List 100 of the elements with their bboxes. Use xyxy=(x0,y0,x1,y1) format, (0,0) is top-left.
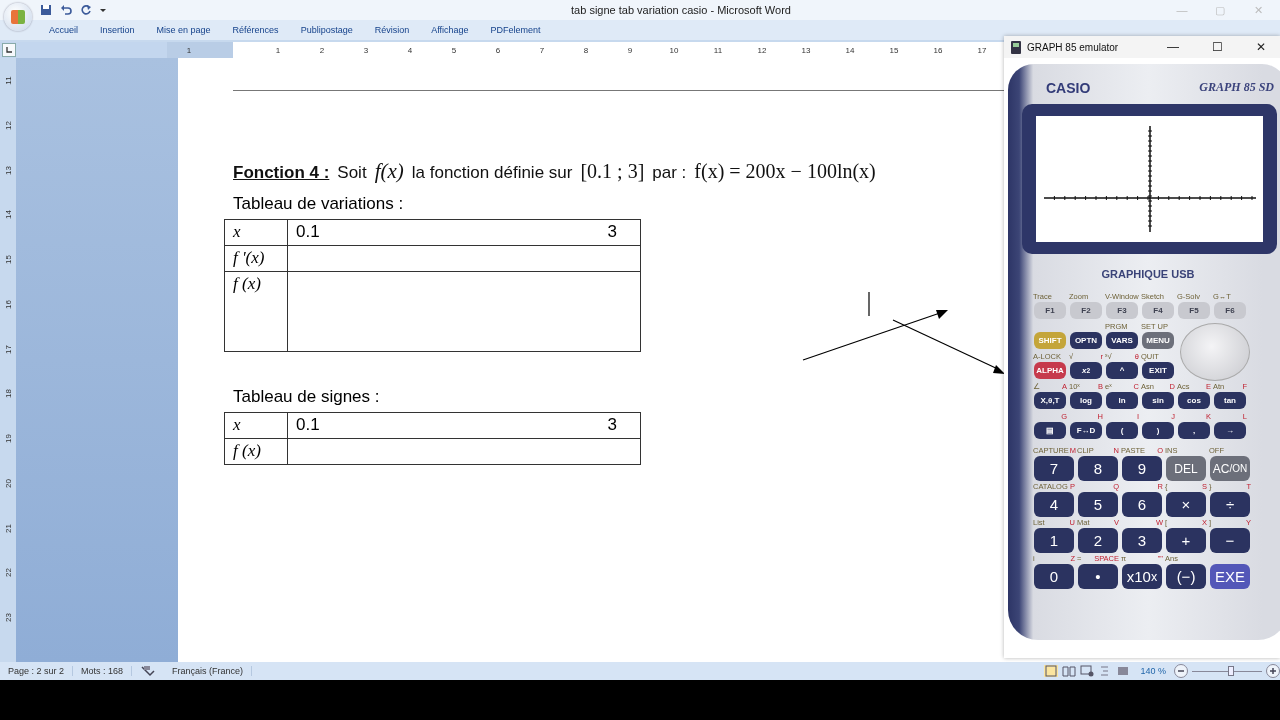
ruler-number: 1 xyxy=(274,45,282,55)
language-indicator[interactable]: Français (France) xyxy=(164,666,253,676)
calculator-key[interactable]: → xyxy=(1214,422,1246,439)
model-name: GRAPH 85 SD xyxy=(1199,80,1274,96)
zoom-level[interactable]: 140 % xyxy=(1132,666,1174,676)
draft-icon[interactable] xyxy=(1116,665,1131,677)
plus-icon xyxy=(1268,666,1278,676)
ruler-number: 8 xyxy=(582,45,590,55)
calculator-key[interactable]: F3 xyxy=(1106,302,1138,319)
zoom-in-button[interactable] xyxy=(1266,664,1280,678)
calculator-key[interactable]: X,θ,T xyxy=(1034,392,1066,409)
heading-label: Fonction 4 : xyxy=(233,163,330,183)
print-layout-icon[interactable] xyxy=(1044,665,1059,677)
calculator-key[interactable]: 8 xyxy=(1078,456,1118,481)
ruler-number: 16 xyxy=(3,299,13,309)
calculator-key[interactable]: 9 xyxy=(1122,456,1162,481)
calculator-key[interactable]: EXIT xyxy=(1142,362,1174,379)
calculator-key[interactable]: 6 xyxy=(1122,492,1162,517)
calculator-key[interactable]: VARS xyxy=(1106,332,1138,349)
calculator-key[interactable]: F2 xyxy=(1070,302,1102,319)
ribbon-tab[interactable]: Affichage xyxy=(420,25,480,35)
calculator-key[interactable]: 7 xyxy=(1034,456,1074,481)
calculator-key[interactable]: EXE xyxy=(1210,564,1250,589)
calculator-key[interactable]: F1 xyxy=(1034,302,1066,319)
calculator-key[interactable]: 5 xyxy=(1078,492,1118,517)
ruler-number: 14 xyxy=(844,45,856,55)
window-control[interactable]: ✕ xyxy=(1242,40,1280,54)
calculator-key[interactable]: 2 xyxy=(1078,528,1118,553)
book-icon[interactable] xyxy=(1062,665,1077,677)
math-expression: [0.1 ; 3] xyxy=(580,160,645,183)
tab-selector-icon[interactable] xyxy=(2,43,16,57)
ribbon-tab[interactable]: Références xyxy=(221,25,290,35)
cell-value: 3 xyxy=(607,222,617,242)
calculator-key[interactable]: F5 xyxy=(1178,302,1210,319)
ruler-number: 5 xyxy=(450,45,458,55)
ribbon-tab[interactable]: Insertion xyxy=(89,25,146,35)
zoom-slider-thumb[interactable] xyxy=(1227,665,1234,676)
calculator-key[interactable]: (−) xyxy=(1166,564,1206,589)
save-icon[interactable] xyxy=(40,4,52,16)
calculator-key[interactable]: tan xyxy=(1214,392,1246,409)
calculator-key[interactable]: 4 xyxy=(1034,492,1074,517)
calculator-key[interactable]: × xyxy=(1166,492,1206,517)
calculator-key[interactable]: F4 xyxy=(1142,302,1174,319)
word-count[interactable]: Mots : 168 xyxy=(73,666,133,676)
calculator-key[interactable]: MENU xyxy=(1142,332,1174,349)
cell-value: 3 xyxy=(607,415,617,435)
calculator-key[interactable]: 1 xyxy=(1034,528,1074,553)
calculator-key[interactable]: ÷ xyxy=(1210,492,1250,517)
page-count[interactable]: Page : 2 sur 2 xyxy=(0,666,74,676)
ruler-number: 7 xyxy=(538,45,546,55)
office-button[interactable] xyxy=(4,3,32,31)
calculator-key[interactable]: − xyxy=(1210,528,1250,553)
heading-text: par : xyxy=(652,163,687,183)
calculator-key[interactable]: sin xyxy=(1142,392,1174,409)
ruler-number: 17 xyxy=(3,344,13,354)
ribbon-tab[interactable]: Accueil xyxy=(38,25,89,35)
ruler-number: 11 xyxy=(712,45,724,55)
ruler-number: 21 xyxy=(3,523,13,533)
ruler-number: 14 xyxy=(3,210,13,220)
ribbon-tab[interactable]: Révision xyxy=(363,25,421,35)
dropdown-icon[interactable] xyxy=(100,7,106,13)
ruler-number: 10 xyxy=(668,45,680,55)
ruler-number: 12 xyxy=(3,120,13,130)
calculator-key[interactable]: log xyxy=(1070,392,1102,409)
window-title: GRAPH 85 emulator xyxy=(1027,41,1119,53)
calculator-key[interactable]: cos xyxy=(1178,392,1210,409)
ribbon-tab[interactable]: Publipostage xyxy=(289,25,364,35)
ribbon-tab[interactable]: PDFelement xyxy=(479,25,552,35)
window-control[interactable]: — xyxy=(1154,40,1192,54)
ruler-number: 2 xyxy=(318,45,326,55)
ruler-number: 13 xyxy=(800,45,812,55)
calculator-key[interactable]: ▤ xyxy=(1034,422,1066,439)
calculator-icon xyxy=(1011,40,1021,54)
calculator-key[interactable]: 3 xyxy=(1122,528,1162,553)
calculator-key[interactable]: OPTN xyxy=(1070,332,1102,349)
math-expression: f(x) xyxy=(374,159,404,184)
redo-icon[interactable] xyxy=(80,4,92,16)
calculator-key[interactable]: ( xyxy=(1106,422,1138,439)
calculator-key[interactable]: , xyxy=(1178,422,1210,439)
calculator-key[interactable]: • xyxy=(1078,564,1118,589)
calculator-key[interactable]: ln xyxy=(1106,392,1138,409)
web-layout-icon[interactable] xyxy=(1080,665,1095,677)
calculator-key[interactable]: 0 xyxy=(1034,564,1074,589)
ruler-number: 12 xyxy=(756,45,768,55)
calculator-key[interactable]: + xyxy=(1166,528,1206,553)
section-title: Tableau de signes : xyxy=(233,387,380,407)
calculator-key[interactable]: DEL xyxy=(1166,456,1206,481)
table-cell: x xyxy=(224,412,288,439)
calculator-key[interactable]: ) xyxy=(1142,422,1174,439)
calculator-key[interactable]: F↔D xyxy=(1070,422,1102,439)
ribbon-tab[interactable]: Mise en page xyxy=(145,25,222,35)
undo-icon[interactable] xyxy=(60,4,72,16)
calculator-key[interactable]: ALPHA xyxy=(1034,362,1066,379)
cell-value: 0.1 xyxy=(296,415,320,435)
calculator-key[interactable]: ^ xyxy=(1106,362,1138,379)
proofing-icon[interactable] xyxy=(140,665,157,677)
zoom-out-button[interactable] xyxy=(1174,664,1188,678)
calculator-key[interactable]: F6 xyxy=(1214,302,1246,319)
window-control[interactable]: ☐ xyxy=(1198,40,1236,54)
window-title: tab signe tab variation casio - Microsoft Word xyxy=(571,4,791,16)
